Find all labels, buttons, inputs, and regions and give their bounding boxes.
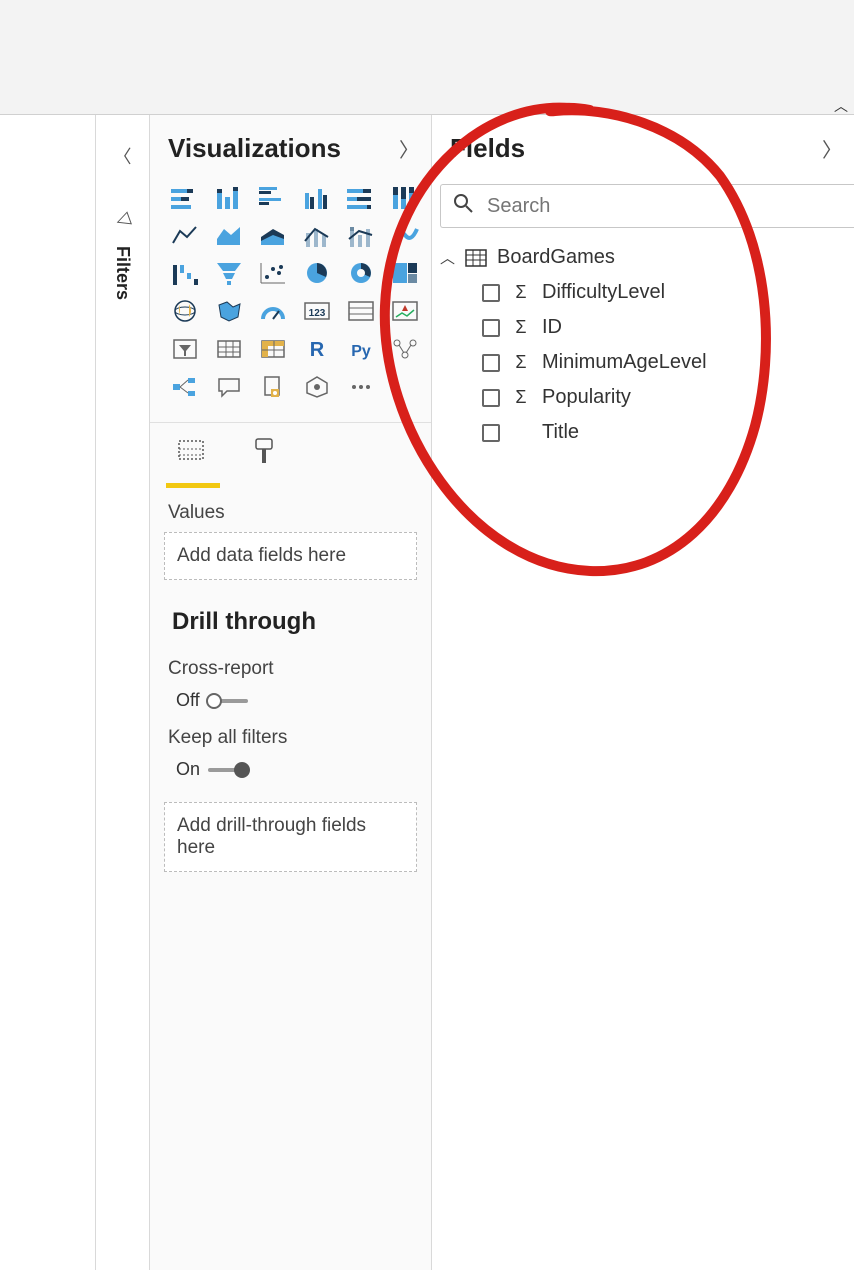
cross-report-row: Cross-report Off <box>150 650 431 719</box>
key-influencers-icon[interactable] <box>388 334 422 364</box>
fields-search[interactable] <box>440 184 854 228</box>
stacked-area-icon[interactable] <box>256 220 290 250</box>
funnel-icon[interactable] <box>212 258 246 288</box>
more-visuals-icon[interactable] <box>344 372 378 402</box>
clustered-column-icon[interactable] <box>300 182 334 212</box>
field-id[interactable]: Σ ID <box>432 310 854 345</box>
field-minimumagelevel[interactable]: Σ MinimumAgeLevel <box>432 345 854 380</box>
empty-slot <box>388 372 422 402</box>
table-icon <box>465 249 487 267</box>
drill-through-header: Drill through <box>150 580 431 650</box>
clustered-bar-icon[interactable] <box>256 182 290 212</box>
paginated-report-icon[interactable] <box>256 372 290 402</box>
cross-report-toggle[interactable]: Off <box>176 690 248 711</box>
keep-filters-toggle[interactable]: On <box>176 759 248 780</box>
drill-through-drop-area[interactable]: Add drill-through fields here <box>164 802 417 872</box>
r-visual-icon[interactable]: R <box>300 334 334 364</box>
chevron-up-icon[interactable]: ︿ <box>440 247 455 268</box>
kpi-icon[interactable] <box>388 296 422 326</box>
cross-report-label: Cross-report <box>168 658 431 680</box>
values-label: Values <box>150 488 431 532</box>
waterfall-icon[interactable] <box>168 258 202 288</box>
sigma-icon: Σ <box>512 317 530 338</box>
100-stacked-column-icon[interactable] <box>388 182 422 212</box>
map-icon[interactable] <box>168 296 202 326</box>
line-stacked-column-icon[interactable] <box>344 220 378 250</box>
sigma-icon: Σ <box>512 352 530 373</box>
filters-pane-collapsed[interactable]: 〈 ◁ Filters <box>96 115 150 1270</box>
slicer-icon[interactable] <box>168 334 202 364</box>
workarea: 〈 ◁ Filters Visualizations 〉 <box>0 115 854 1270</box>
table-boardgames[interactable]: ︿ BoardGames <box>432 228 854 275</box>
stacked-bar-icon[interactable] <box>168 182 202 212</box>
svg-text:Py: Py <box>351 343 371 360</box>
fields-title: Fields <box>450 133 525 164</box>
values-drop-area[interactable]: Add data fields here <box>164 532 417 580</box>
field-difficultylevel[interactable]: Σ DifficultyLevel <box>432 275 854 310</box>
table-name: BoardGames <box>497 246 615 269</box>
chevron-left-icon[interactable]: 〈 <box>114 143 132 169</box>
checkbox[interactable] <box>482 389 500 407</box>
fields-tab[interactable] <box>174 437 210 473</box>
table-icon[interactable] <box>212 334 246 364</box>
gauge-icon[interactable] <box>256 296 290 326</box>
checkbox[interactable] <box>482 354 500 372</box>
checkbox[interactable] <box>482 284 500 302</box>
search-icon <box>453 193 473 219</box>
filters-label: Filters <box>112 246 133 300</box>
field-popularity[interactable]: Σ Popularity <box>432 380 854 415</box>
field-title[interactable]: Title <box>432 415 854 450</box>
treemap-icon[interactable] <box>388 258 422 288</box>
ribbon-chart-icon[interactable] <box>388 220 422 250</box>
visualizations-header: Visualizations 〉 <box>150 115 431 178</box>
area-chart-icon[interactable] <box>212 220 246 250</box>
arcgis-icon[interactable] <box>300 372 334 402</box>
multi-card-icon[interactable] <box>344 296 378 326</box>
scatter-icon[interactable] <box>256 258 290 288</box>
line-clustered-column-icon[interactable] <box>300 220 334 250</box>
field-list: Σ DifficultyLevel Σ ID Σ MinimumAgeLevel Σ Popu… <box>432 275 854 450</box>
py-visual-icon[interactable]: Py <box>344 334 378 364</box>
visualizations-pane: Visualizations 〉 <box>150 115 432 1270</box>
100-stacked-bar-icon[interactable] <box>344 182 378 212</box>
visualizations-title: Visualizations <box>168 133 341 164</box>
pie-icon[interactable] <box>300 258 334 288</box>
line-chart-icon[interactable] <box>168 220 202 250</box>
checkbox[interactable] <box>482 424 500 442</box>
fields-pane: Fields 〉 ︿ BoardGames ΣDifficultyLevelΣI… <box>432 115 854 1270</box>
qa-visual-icon[interactable] <box>212 372 246 402</box>
svg-text:123: 123 <box>309 308 326 319</box>
field-label: DifficultyLevel <box>542 281 665 304</box>
keep-filters-label: Keep all filters <box>168 727 431 749</box>
bookmark-icon[interactable]: ◁ <box>112 207 132 231</box>
keep-filters-row: Keep all filters On <box>150 719 431 788</box>
chevron-right-icon[interactable]: 〉 <box>399 134 419 163</box>
donut-icon[interactable] <box>344 258 378 288</box>
format-tab[interactable] <box>246 437 282 473</box>
matrix-icon[interactable] <box>256 334 290 364</box>
field-label: Title <box>542 421 579 444</box>
svg-text:R: R <box>310 339 325 361</box>
stacked-column-icon[interactable] <box>212 182 246 212</box>
card-icon[interactable]: 123 <box>300 296 334 326</box>
visualization-gallery: 123 R Py <box>150 178 431 416</box>
report-canvas-edge <box>0 115 96 1270</box>
field-label: MinimumAgeLevel <box>542 351 707 374</box>
field-label: ID <box>542 316 562 339</box>
ribbon-area: ︿ <box>0 0 854 115</box>
sigma-icon: Σ <box>512 282 530 303</box>
chevron-right-icon[interactable]: 〉 <box>822 134 842 163</box>
filled-map-icon[interactable] <box>212 296 246 326</box>
fields-header: Fields 〉 <box>432 115 854 178</box>
search-input[interactable] <box>487 195 842 218</box>
decomposition-tree-icon[interactable] <box>168 372 202 402</box>
checkbox[interactable] <box>482 319 500 337</box>
sigma-icon: Σ <box>512 387 530 408</box>
format-tabs <box>150 423 431 479</box>
field-label: Popularity <box>542 386 631 409</box>
ribbon-expand-icon[interactable]: ︿ <box>834 96 848 116</box>
